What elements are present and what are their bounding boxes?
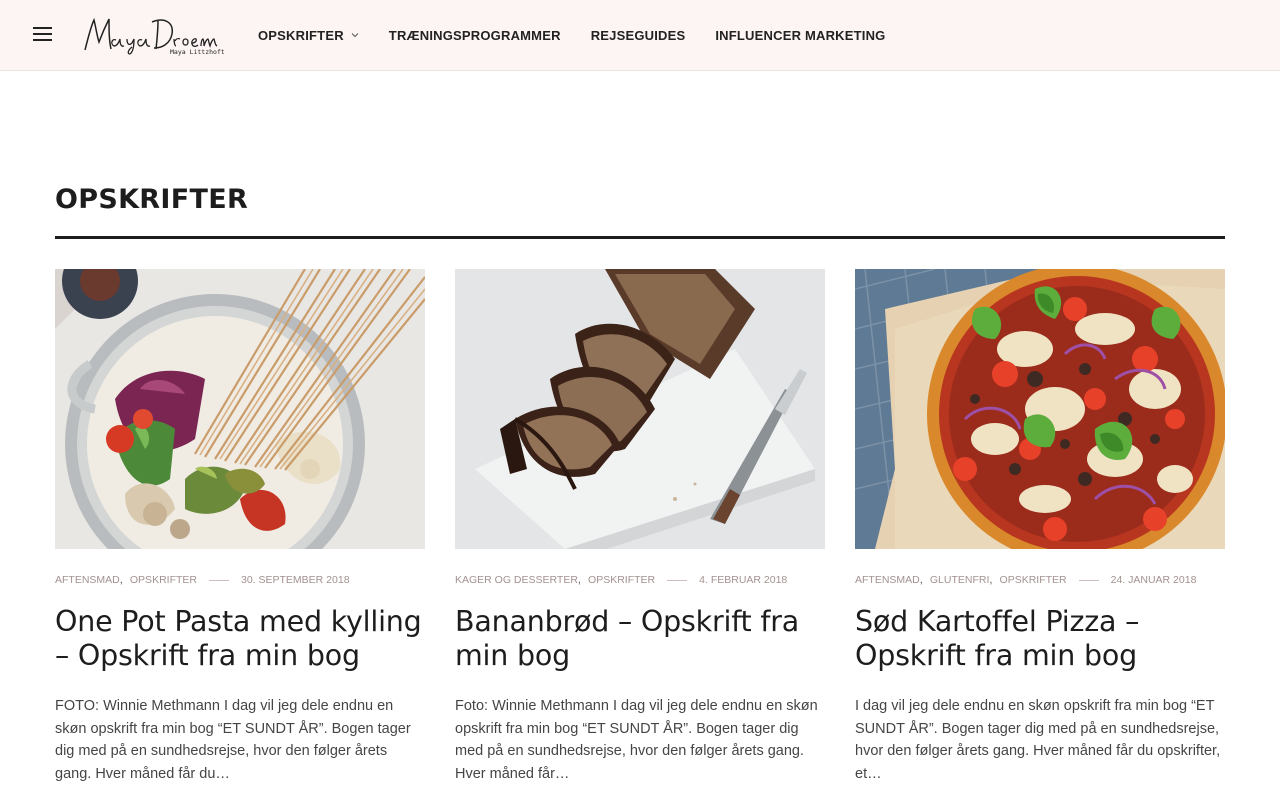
category-link[interactable]: AFTENSMAD xyxy=(55,574,120,586)
svg-text:Maya Littzhoft: Maya Littzhoft xyxy=(170,48,224,56)
page-title: OPSKRIFTER xyxy=(55,184,249,215)
post-excerpt: I dag vil jeg dele endnu en skøn opskrif… xyxy=(855,698,1221,782)
category-link[interactable]: OPSKRIFTER xyxy=(588,574,655,586)
post-date: 30. SEPTEMBER 2018 xyxy=(240,574,350,586)
category-link[interactable]: KAGER OG DESSERTER xyxy=(455,574,578,586)
post-excerpt: Foto: Winnie Methmann I dag vil jeg dele… xyxy=(455,698,818,782)
nav-item-label: REJSEGUIDES xyxy=(590,27,686,43)
nav-item-influencer-marketing[interactable]: INFLUENCER MARKETING xyxy=(715,28,885,43)
nav-item-rejseguides[interactable]: REJSEGUIDES xyxy=(591,28,686,43)
nav-item-opskrifter[interactable]: OPSKRIFTER xyxy=(258,28,359,43)
post-meta: KAGER OG DESSERTER , OPSKRIFTER 4. FEBRU… xyxy=(455,574,788,586)
post-thumbnail-pasta[interactable] xyxy=(55,269,425,549)
meta-divider xyxy=(667,579,688,581)
site-header: Maya Littzhoft OPSKRIFTER TRÆNINGSPROGRA… xyxy=(0,0,1280,71)
meta-divider xyxy=(1078,579,1099,581)
nav-item-label: TRÆNINGSPROGRAMMER xyxy=(388,27,561,43)
post-title[interactable]: Bananbrød – Opskrift fra min bog xyxy=(455,605,825,673)
post-title[interactable]: One Pot Pasta med kylling – Opskrift fra… xyxy=(55,605,425,673)
category-link[interactable]: OPSKRIFTER xyxy=(1000,574,1067,586)
post-title[interactable]: Sød Kartoffel Pizza – Opskrift fra min b… xyxy=(855,605,1225,673)
category-link[interactable]: GLUTENFRI xyxy=(930,574,990,586)
nav-item-traeningsprogrammer[interactable]: TRÆNINGSPROGRAMMER xyxy=(389,28,561,43)
chevron-down-icon xyxy=(351,33,359,38)
nav-item-label: INFLUENCER MARKETING xyxy=(715,27,886,43)
post-card: AFTENSMAD , OPSKRIFTER 30. SEPTEMBER 201… xyxy=(55,269,425,800)
post-card: KAGER OG DESSERTER , OPSKRIFTER 4. FEBRU… xyxy=(455,269,825,800)
category-link[interactable]: OPSKRIFTER xyxy=(130,574,197,586)
post-card: AFTENSMAD , GLUTENFRI , OPSKRIFTER 24. J… xyxy=(855,269,1225,800)
category-link[interactable]: AFTENSMAD xyxy=(855,574,920,586)
nav-item-label: OPSKRIFTER xyxy=(258,27,344,43)
post-date: 24. JANUAR 2018 xyxy=(1110,574,1197,586)
post-excerpt: FOTO: Winnie Methmann I dag vil jeg dele… xyxy=(55,698,411,782)
post-thumbnail-pizza[interactable] xyxy=(855,269,1225,549)
main-nav: OPSKRIFTER TRÆNINGSPROGRAMMER REJSEGUIDE… xyxy=(258,0,915,70)
post-meta: AFTENSMAD , GLUTENFRI , OPSKRIFTER 24. J… xyxy=(855,574,1197,586)
post-meta: AFTENSMAD , OPSKRIFTER 30. SEPTEMBER 201… xyxy=(55,574,350,586)
post-date: 4. FEBRUAR 2018 xyxy=(699,574,788,586)
post-thumbnail-bananbrod[interactable] xyxy=(455,269,825,549)
site-logo[interactable]: Maya Littzhoft xyxy=(82,14,225,56)
meta-divider xyxy=(208,579,229,581)
hamburger-menu-icon[interactable] xyxy=(33,27,52,43)
title-divider xyxy=(55,236,1225,239)
